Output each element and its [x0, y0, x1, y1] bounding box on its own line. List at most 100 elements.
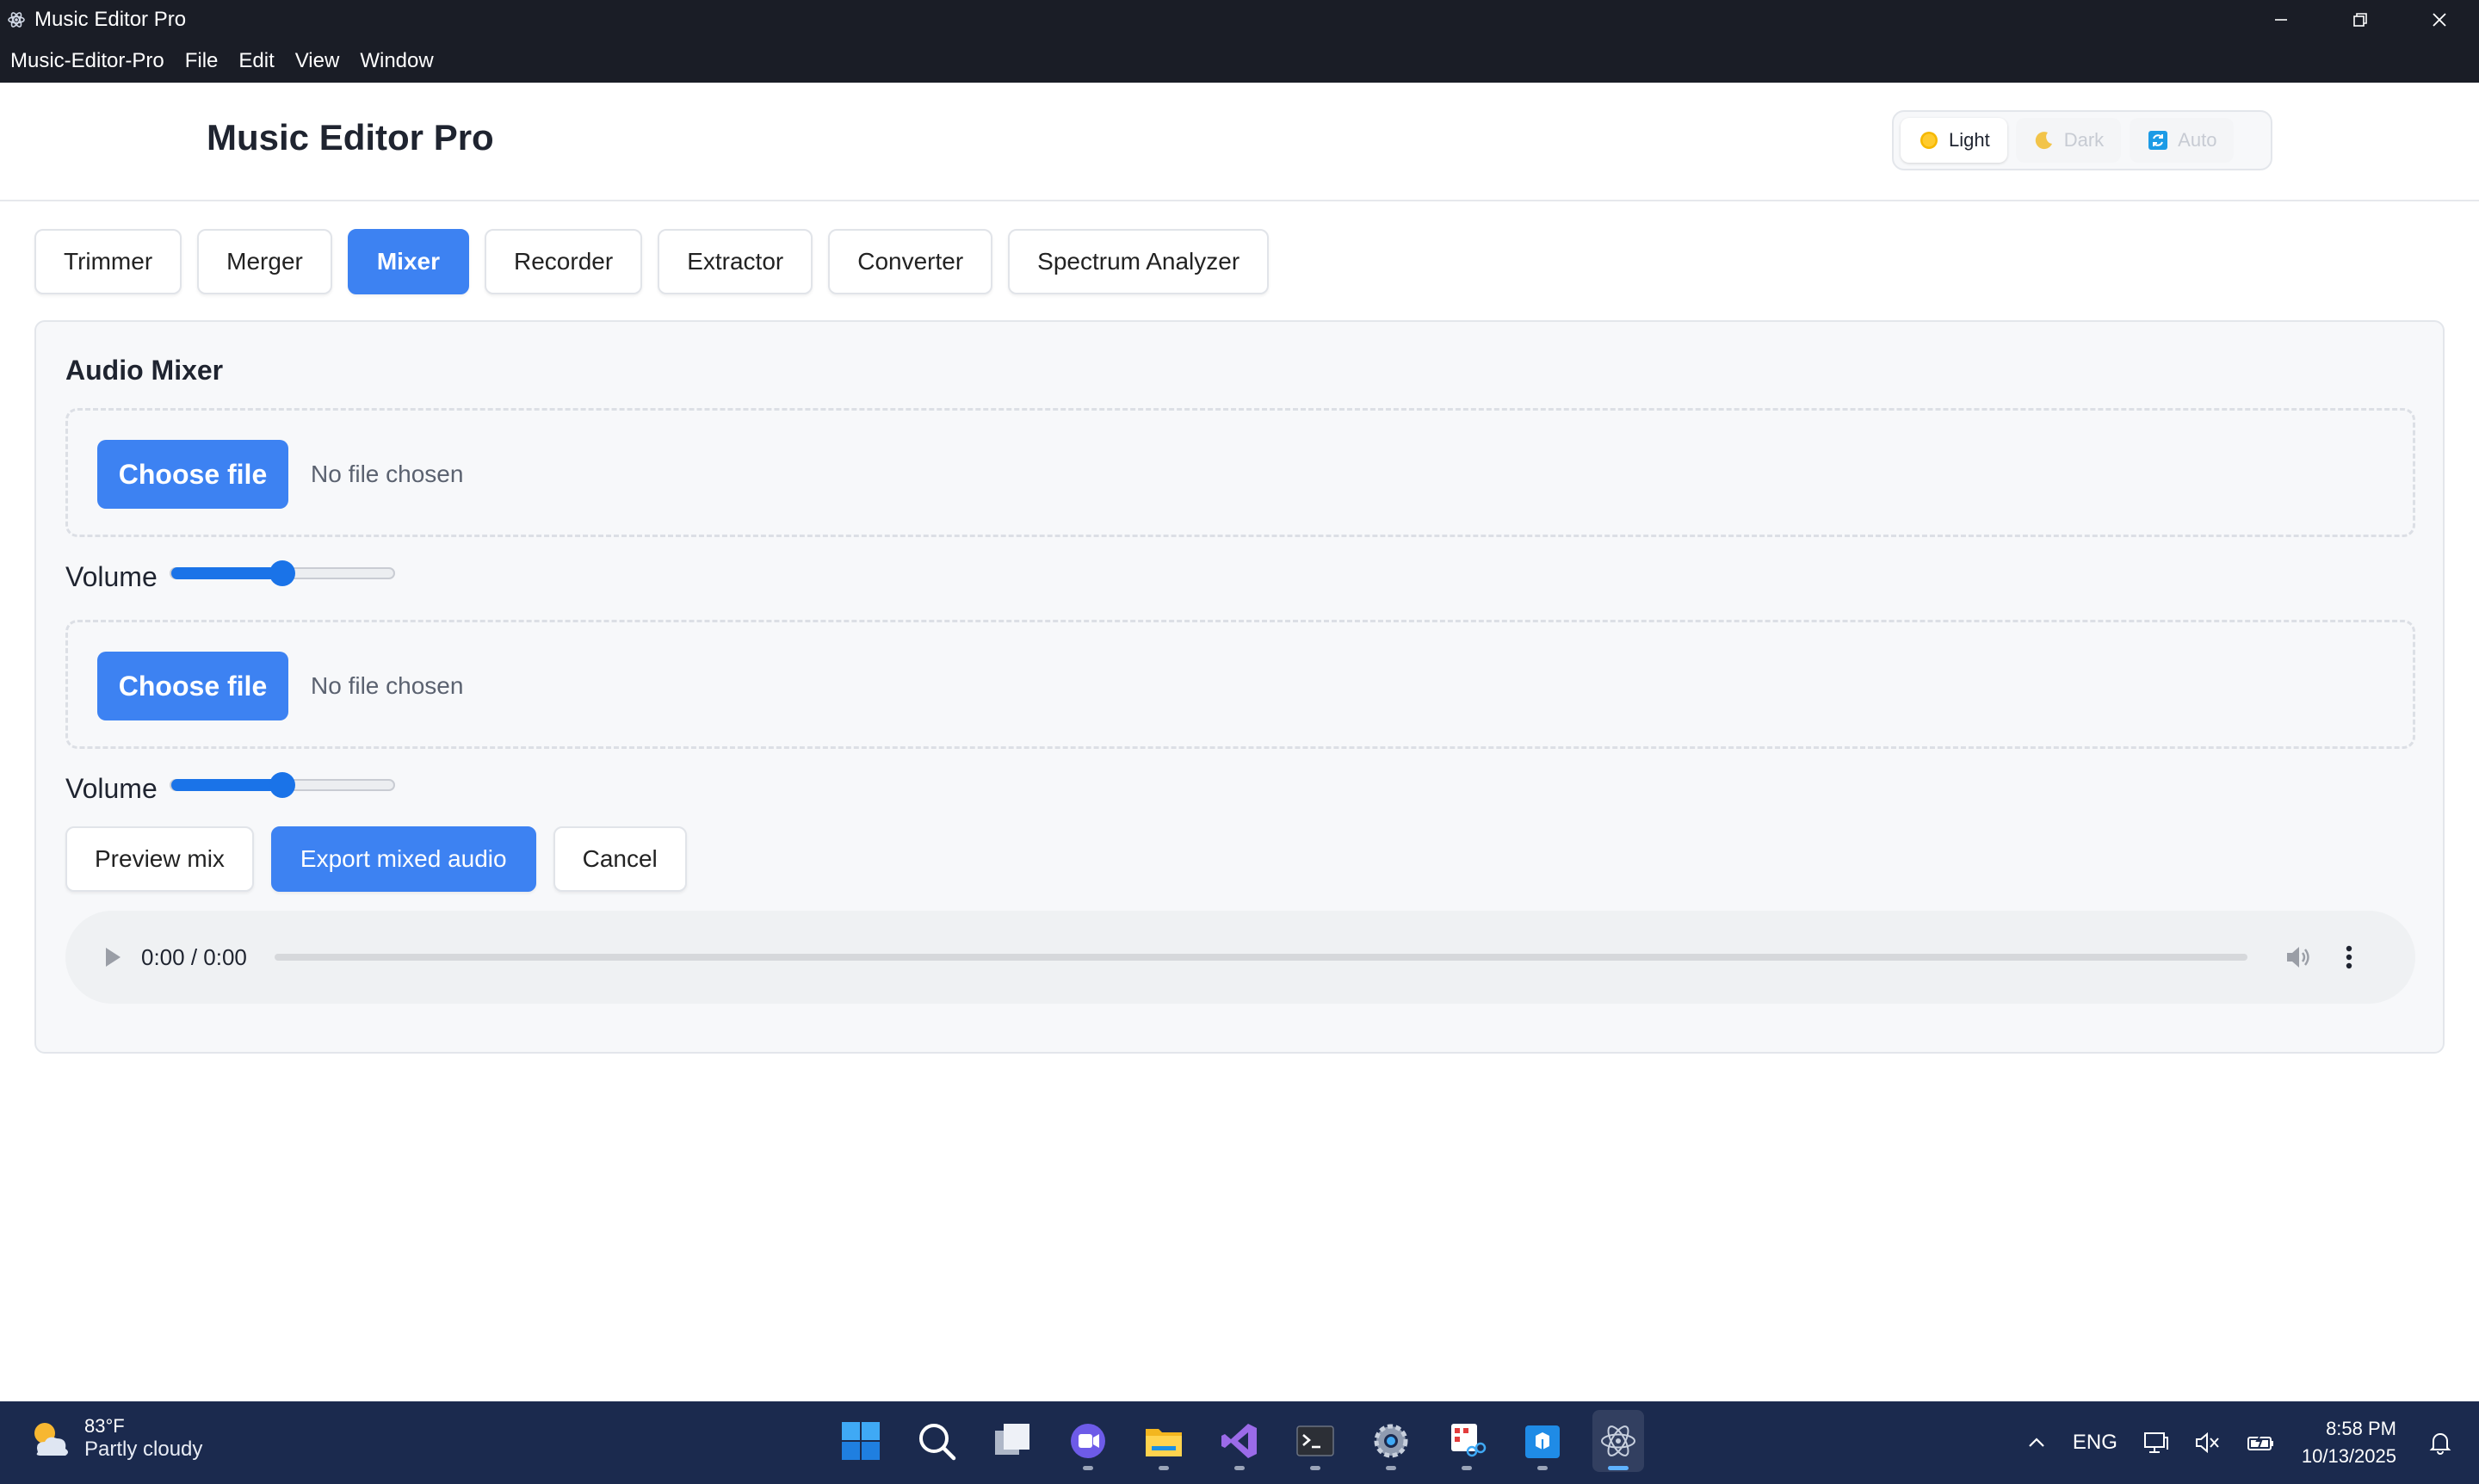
network-icon: [2143, 1432, 2168, 1453]
taskbar-music-editor[interactable]: [1592, 1410, 1644, 1472]
task-view-button[interactable]: [986, 1410, 1038, 1472]
network-button[interactable]: [2143, 1431, 2169, 1455]
terminal-icon: [1296, 1425, 1334, 1456]
start-icon: [842, 1422, 880, 1460]
menu-app[interactable]: Music-Editor-Pro: [10, 49, 164, 73]
close-button[interactable]: [2400, 0, 2479, 40]
partly-cloudy-icon: [34, 1423, 68, 1456]
minimize-button[interactable]: [2241, 0, 2321, 40]
battery-button[interactable]: [2247, 1431, 2276, 1455]
menu-edit[interactable]: Edit: [238, 49, 274, 73]
theme-dark-button[interactable]: Dark: [2015, 118, 2122, 163]
preview-mix-button[interactable]: Preview mix: [65, 826, 254, 892]
track-1-file-status: No file chosen: [311, 461, 464, 487]
weather-temp: 83°F: [84, 1415, 125, 1437]
player-progress-bar[interactable]: [274, 954, 2247, 961]
tab-merger[interactable]: Merger: [197, 229, 332, 294]
running-indicator: [1462, 1466, 1472, 1470]
app-logo-icon: [5, 9, 28, 31]
menu-view[interactable]: View: [295, 49, 340, 73]
weather-condition: Partly cloudy: [84, 1438, 203, 1461]
slider-fill: [170, 779, 282, 791]
running-indicator: [1386, 1466, 1396, 1470]
search-icon: [919, 1424, 956, 1461]
theme-dark-label: Dark: [2063, 129, 2105, 151]
file-explorer-icon: [1146, 1429, 1182, 1456]
sun-icon: [1920, 132, 1938, 149]
theme-light-label: Light: [1949, 129, 1990, 151]
taskbar-snipping-tool[interactable]: [1441, 1410, 1493, 1472]
minimize-icon: [2275, 19, 2287, 21]
running-indicator: [1083, 1466, 1093, 1470]
show-hidden-icons-button[interactable]: [2026, 1432, 2047, 1453]
app-header: Music Editor Pro Light Dark Auto: [0, 83, 2479, 201]
tool-tabs: Trimmer Merger Mixer Recorder Extractor …: [34, 229, 1270, 294]
running-indicator: [1159, 1466, 1169, 1470]
menu-window[interactable]: Window: [360, 49, 433, 73]
chevron-up-icon: [2029, 1438, 2044, 1447]
taskbar-terminal[interactable]: [1289, 1410, 1341, 1472]
tab-extractor[interactable]: Extractor: [658, 229, 813, 294]
clock-time: 8:58 PM: [2326, 1418, 2396, 1439]
tab-recorder[interactable]: Recorder: [485, 229, 643, 294]
taskbar-file-explorer[interactable]: [1138, 1410, 1190, 1472]
speaker-icon: [2286, 947, 2309, 968]
slider-thumb[interactable]: [269, 772, 295, 798]
theme-switch: Light Dark Auto: [1892, 110, 2272, 170]
menu-file[interactable]: File: [185, 49, 219, 73]
tab-trimmer[interactable]: Trimmer: [34, 229, 182, 294]
language-indicator[interactable]: ENG: [2073, 1431, 2117, 1455]
track-1-volume-label: Volume: [65, 560, 158, 592]
track-1-volume-slider[interactable]: [169, 560, 395, 586]
slider-thumb[interactable]: [269, 560, 295, 586]
tab-mixer[interactable]: Mixer: [347, 229, 470, 294]
running-indicator: [1310, 1466, 1320, 1470]
taskbar-store[interactable]: [1517, 1410, 1568, 1472]
running-indicator: [1234, 1466, 1245, 1470]
play-button[interactable]: [100, 944, 126, 970]
theme-light-button[interactable]: Light: [1901, 118, 2007, 163]
player-volume-button[interactable]: [2282, 940, 2316, 974]
tab-converter[interactable]: Converter: [828, 229, 993, 294]
track-2-dropzone[interactable]: Choose file No file chosen: [65, 620, 2415, 749]
panel-title: Audio Mixer: [65, 355, 224, 386]
volume-button[interactable]: [2195, 1431, 2221, 1455]
electron-app-icon: [1601, 1425, 1635, 1456]
play-icon: [106, 948, 121, 967]
taskbar-clock[interactable]: 8:58 PM 10/13/2025: [2302, 1415, 2396, 1470]
notifications-button[interactable]: [2429, 1431, 2451, 1455]
track-2-file-status: No file chosen: [311, 672, 464, 699]
theme-auto-label: Auto: [2178, 129, 2217, 151]
track-1-choose-file-button[interactable]: Choose file: [97, 440, 288, 509]
track-1-volume-row: Volume: [65, 560, 395, 594]
battery-charging-icon: [2247, 1431, 2273, 1450]
teams-icon: [1071, 1424, 1105, 1458]
close-icon: [2433, 13, 2446, 27]
track-2-volume-row: Volume: [65, 771, 395, 806]
track-2-volume-label: Volume: [65, 772, 158, 804]
mixer-actions: Preview mix Export mixed audio Cancel: [65, 826, 687, 892]
task-view-icon: [995, 1424, 1029, 1455]
taskbar-search-button[interactable]: [911, 1410, 962, 1472]
export-mixed-audio-button[interactable]: Export mixed audio: [270, 826, 536, 892]
start-button[interactable]: [835, 1410, 887, 1472]
weather-widget[interactable]: 83°F Partly cloudy: [26, 1415, 202, 1462]
restore-button[interactable]: [2321, 0, 2400, 40]
page-title: Music Editor Pro: [207, 117, 494, 158]
track-2-choose-file-button[interactable]: Choose file: [97, 652, 288, 720]
player-more-button[interactable]: [2340, 940, 2358, 974]
taskbar-teams[interactable]: [1062, 1410, 1114, 1472]
tab-spectrum-analyzer[interactable]: Spectrum Analyzer: [1008, 229, 1270, 294]
volume-muted-icon: [2195, 1431, 2219, 1454]
track-1-dropzone[interactable]: Choose file No file chosen: [65, 408, 2415, 537]
theme-auto-button[interactable]: Auto: [2130, 118, 2235, 163]
cancel-button[interactable]: Cancel: [553, 826, 687, 892]
system-tray: ENG 8:58 PM 10/13/2025: [2026, 1401, 2479, 1484]
taskbar-visual-studio[interactable]: [1214, 1410, 1265, 1472]
audio-player: 0:00 / 0:00: [65, 911, 2415, 1004]
clock-date: 10/13/2025: [2301, 1445, 2396, 1467]
player-time: 0:00 / 0:00: [141, 943, 247, 970]
track-2-volume-slider[interactable]: [169, 772, 395, 798]
store-icon: [1525, 1425, 1560, 1458]
taskbar-settings[interactable]: [1365, 1410, 1417, 1472]
